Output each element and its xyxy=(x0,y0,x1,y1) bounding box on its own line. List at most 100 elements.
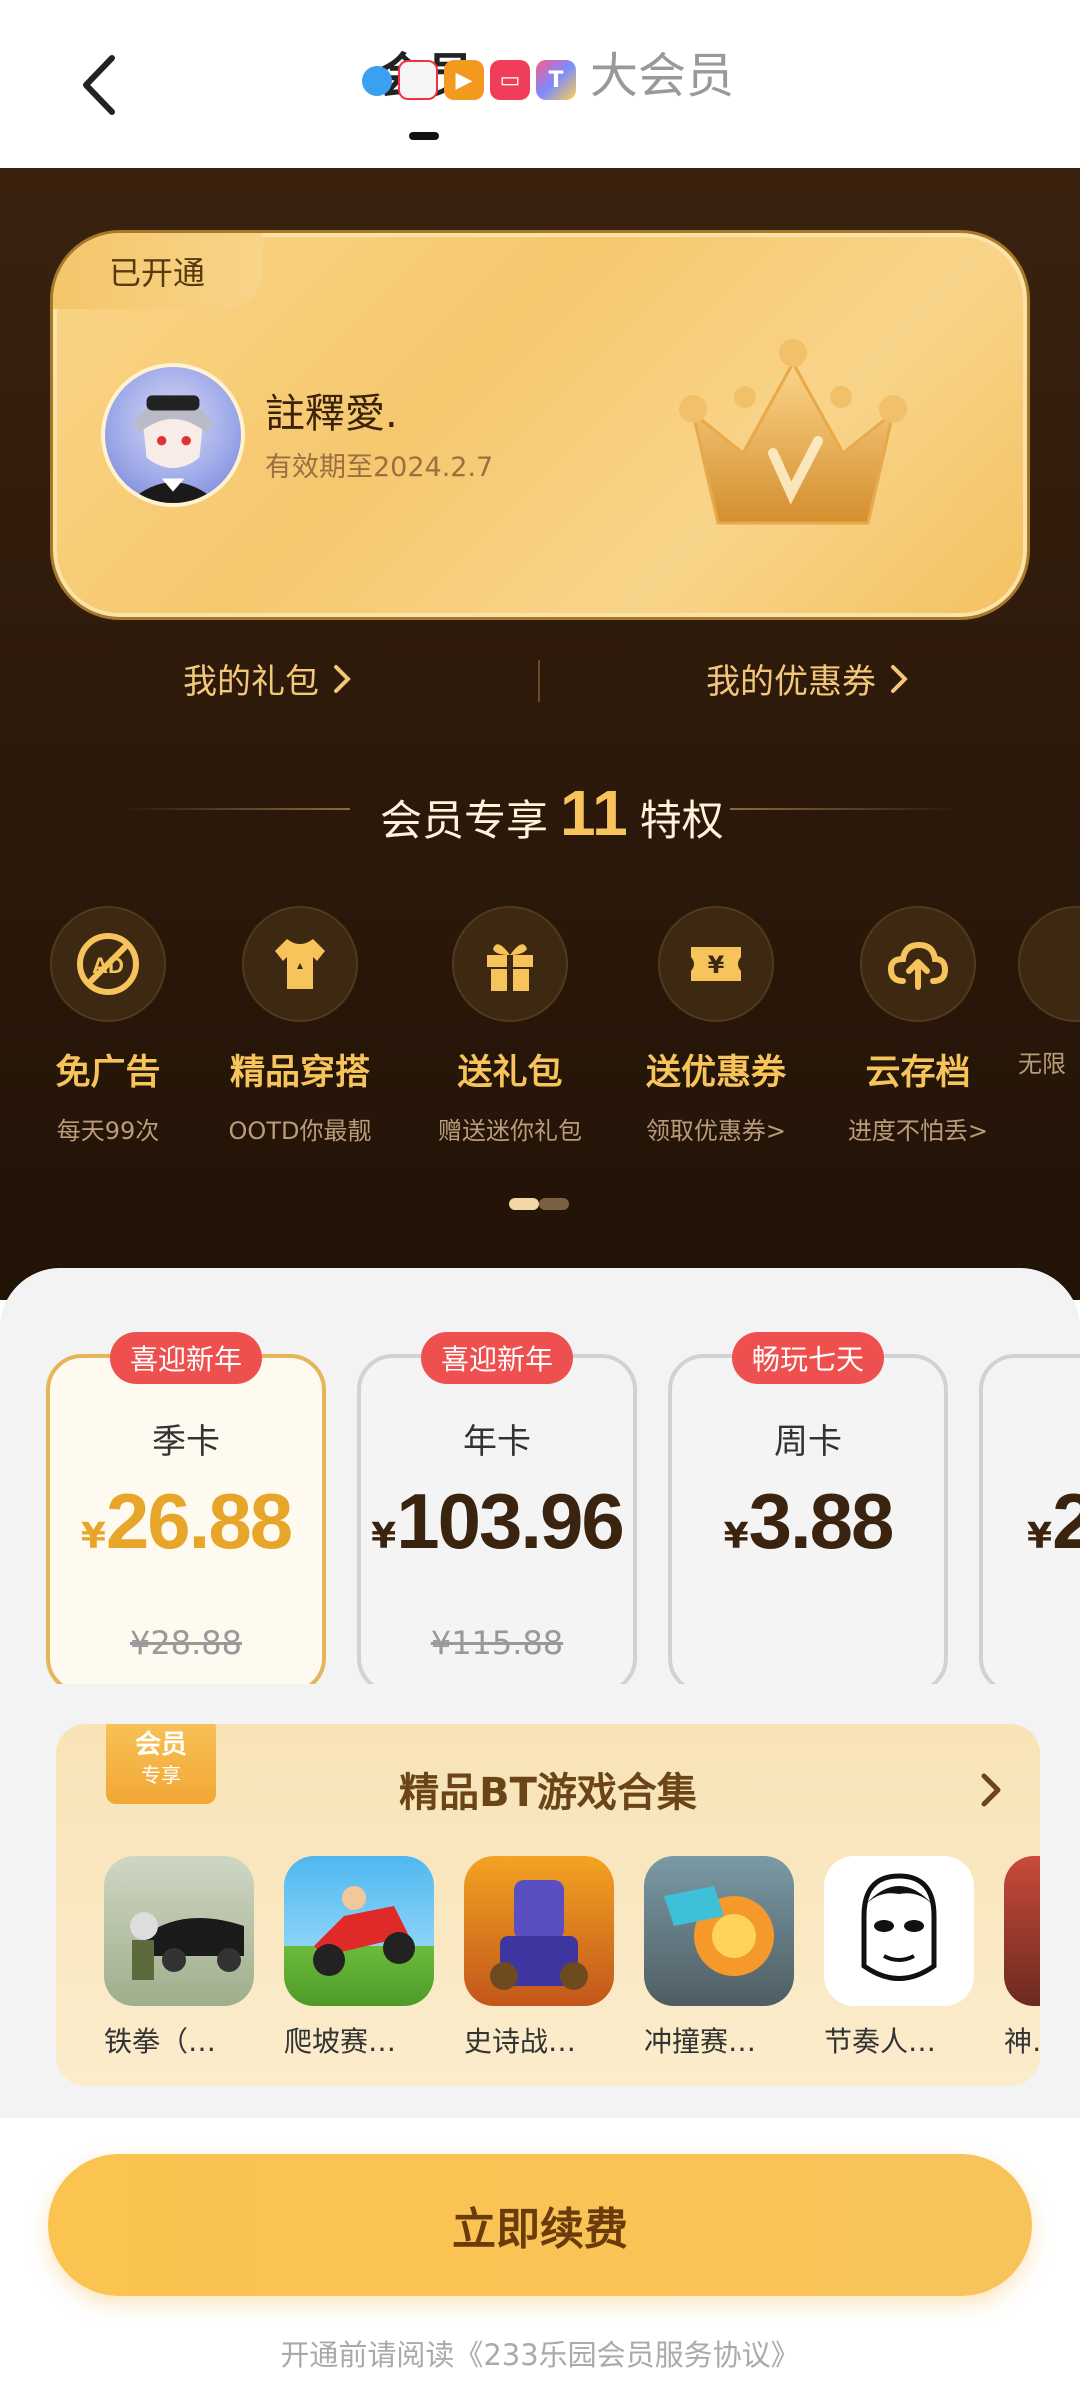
chevron-right-icon xyxy=(891,664,908,693)
game-item[interactable]: 爬坡赛… xyxy=(284,1856,434,2060)
game-item[interactable]: 节奏人… xyxy=(824,1856,974,2060)
heading-line-right xyxy=(730,808,960,810)
gift-icon xyxy=(452,906,568,1022)
privileges-carousel[interactable]: AD 免广告 每天99次 精品穿搭 OOTD你最靓 送礼包 赠送迷你礼包 ¥ 送… xyxy=(0,906,1080,1166)
section-title[interactable]: 精品BT游戏合集 xyxy=(56,1760,1040,1818)
plan-name: 季卡 xyxy=(152,1422,220,1462)
privilege-desc: OOTD你最靓 xyxy=(228,1117,372,1145)
red-app-icon: ▭ xyxy=(490,60,530,100)
privilege-desc: 领取优惠券> xyxy=(645,1117,787,1145)
plan-card-quarter[interactable]: 喜迎新年 季卡 ¥26.88 ¥28.88 xyxy=(46,1332,326,1684)
plan-price: ¥26.88 xyxy=(50,1476,322,1567)
plan-promo-badge: 喜迎新年 xyxy=(420,1332,574,1384)
game-name: 神… xyxy=(1004,2025,1040,2058)
privilege-name: 免广告 xyxy=(55,1053,161,1093)
price-amount: 26.88 xyxy=(105,1477,293,1565)
original-price: ¥115.88 xyxy=(430,1624,564,1662)
tab-indicator xyxy=(409,132,439,140)
plan-price: ¥3.88 xyxy=(672,1476,944,1567)
game-name: 史诗战… xyxy=(464,2025,577,2058)
privilege-desc: 赠送迷你礼包 xyxy=(438,1117,582,1145)
plan-card-partial[interactable]: ¥2 xyxy=(979,1354,1080,1684)
user-name: 註釋愛. xyxy=(265,391,398,437)
member-hero: 已开通 註釋愛. 有效期至2024.2.7 我的礼包 我的优惠券 会员专享 11… xyxy=(0,168,1080,1300)
bt-games-section: 会员 专享 精品BT游戏合集 铁拳（… 爬坡赛… 史诗战… 冲撞赛… 节奏人… … xyxy=(56,1724,1040,2086)
plan-price: ¥2 xyxy=(983,1476,1080,1567)
crown-icon xyxy=(679,339,907,525)
currency-symbol: ¥ xyxy=(371,1516,397,1557)
plan-price: ¥103.96 xyxy=(361,1476,633,1567)
privilege-desc: 无限 xyxy=(1018,1050,1066,1078)
privilege-outfits[interactable]: 精品穿搭 OOTD你最靓 xyxy=(200,906,400,1146)
plan-list[interactable]: 喜迎新年 季卡 ¥26.88 ¥28.88 喜迎新年 年卡 ¥103.96 ¥1… xyxy=(0,1324,1080,1684)
currency-symbol: ¥ xyxy=(1027,1516,1053,1557)
privilege-name: 送礼包 xyxy=(457,1053,563,1093)
game-icon-partial xyxy=(1004,1856,1040,2006)
cloud-upload-icon xyxy=(860,906,976,1022)
tshirt-icon xyxy=(242,906,358,1022)
price-amount: 2 xyxy=(1052,1477,1080,1565)
pager-dot xyxy=(539,1198,569,1210)
video-app-icon: ▶ xyxy=(444,60,484,100)
chevron-right-icon xyxy=(334,664,351,693)
privileges-heading: 会员专享 11 特权 xyxy=(0,760,1080,850)
my-gifts-label: 我的礼包 xyxy=(183,662,319,702)
plan-card-year[interactable]: 喜迎新年 年卡 ¥103.96 ¥115.88 xyxy=(357,1332,637,1684)
partial-privilege-icon xyxy=(1018,906,1080,1022)
plan-name: 周卡 xyxy=(774,1422,842,1462)
game-list[interactable]: 铁拳（… 爬坡赛… 史诗战… 冲撞赛… 节奏人… 神 xyxy=(104,1856,1040,2058)
chevron-right-icon[interactable] xyxy=(976,1770,1006,1810)
bottom-bar: 立即续费 开通前请阅读《233乐园会员服务协议》 xyxy=(0,2118,1080,2400)
privilege-coupons[interactable]: ¥ 送优惠券 领取优惠券> xyxy=(616,906,816,1146)
my-gifts-link[interactable]: 我的礼包 xyxy=(183,654,351,703)
privilege-desc: 每天99次 xyxy=(56,1117,160,1145)
avatar[interactable] xyxy=(101,363,245,507)
privilege-no-ads[interactable]: AD 免广告 每天99次 xyxy=(8,906,208,1146)
plan-promo-badge: 畅玩七天 xyxy=(731,1332,885,1384)
original-price: ¥28.88 xyxy=(130,1624,242,1662)
privileges-suffix: 特权 xyxy=(639,796,724,845)
currency-symbol: ¥ xyxy=(723,1516,749,1557)
privileges-title: 会员专享 11 特权 xyxy=(380,776,724,850)
avatar-image xyxy=(127,395,219,503)
no-ad-icon: AD xyxy=(50,906,166,1022)
currency-symbol: ¥ xyxy=(80,1516,106,1557)
vip-status-card: 已开通 註釋愛. 有效期至2024.2.7 xyxy=(50,230,1030,620)
privilege-cloud-save[interactable]: 云存档 进度不怕丢> xyxy=(818,906,1018,1146)
renew-button[interactable]: 立即续费 xyxy=(48,2154,1032,2296)
privileges-count: 11 xyxy=(560,777,628,849)
my-coupons-label: 我的优惠券 xyxy=(706,662,876,702)
game-item[interactable]: 冲撞赛… xyxy=(644,1856,794,2060)
game-icon-hill-climb xyxy=(284,1856,434,2006)
game-icon-rhythm-man xyxy=(824,1856,974,2006)
tab-big-member[interactable]: 大会员 xyxy=(590,36,734,106)
status-badge: 已开通 xyxy=(53,233,263,309)
purchase-panel: 喜迎新年 季卡 ¥26.88 ¥28.88 喜迎新年 年卡 ¥103.96 ¥1… xyxy=(0,1268,1080,2118)
plan-card-week[interactable]: 畅玩七天 周卡 ¥3.88 xyxy=(668,1332,948,1684)
privilege-desc: 进度不怕丢> xyxy=(847,1117,989,1145)
game-name: 冲撞赛… xyxy=(644,2025,757,2058)
badge-line-1: 会员 xyxy=(134,1730,187,1760)
game-icon-crash-race xyxy=(644,1856,794,2006)
game-item[interactable]: 铁拳（… xyxy=(104,1856,254,2060)
membership-expiry: 有效期至2024.2.7 xyxy=(265,452,494,483)
coupon-icon: ¥ xyxy=(658,906,774,1022)
svg-text:¥: ¥ xyxy=(708,951,725,979)
game-icon-tekken xyxy=(104,1856,254,2006)
game-item[interactable]: 史诗战… xyxy=(464,1856,614,2060)
game-item[interactable]: 神… xyxy=(1004,1856,1040,2060)
service-agreement-link[interactable]: 开通前请阅读《233乐园会员服务协议》 xyxy=(0,2332,1080,2374)
my-coupons-link[interactable]: 我的优惠券 xyxy=(706,654,908,703)
price-amount: 3.88 xyxy=(748,1477,895,1565)
privilege-partial[interactable]: 无限 xyxy=(1018,906,1080,1079)
divider xyxy=(538,660,540,702)
top-nav-bar: 会员 大会员 ▶ ▭ T xyxy=(0,0,1080,168)
plan-name: 年卡 xyxy=(463,1422,531,1462)
privilege-name: 送优惠券 xyxy=(645,1053,786,1093)
game-name: 铁拳（… xyxy=(104,2025,217,2058)
privilege-gift[interactable]: 送礼包 赠送迷你礼包 xyxy=(410,906,610,1146)
paint-app-icon: T xyxy=(536,60,576,100)
privilege-name: 云存档 xyxy=(865,1053,971,1093)
quick-links: 我的礼包 我的优惠券 xyxy=(0,654,1080,724)
price-amount: 103.96 xyxy=(396,1477,625,1565)
